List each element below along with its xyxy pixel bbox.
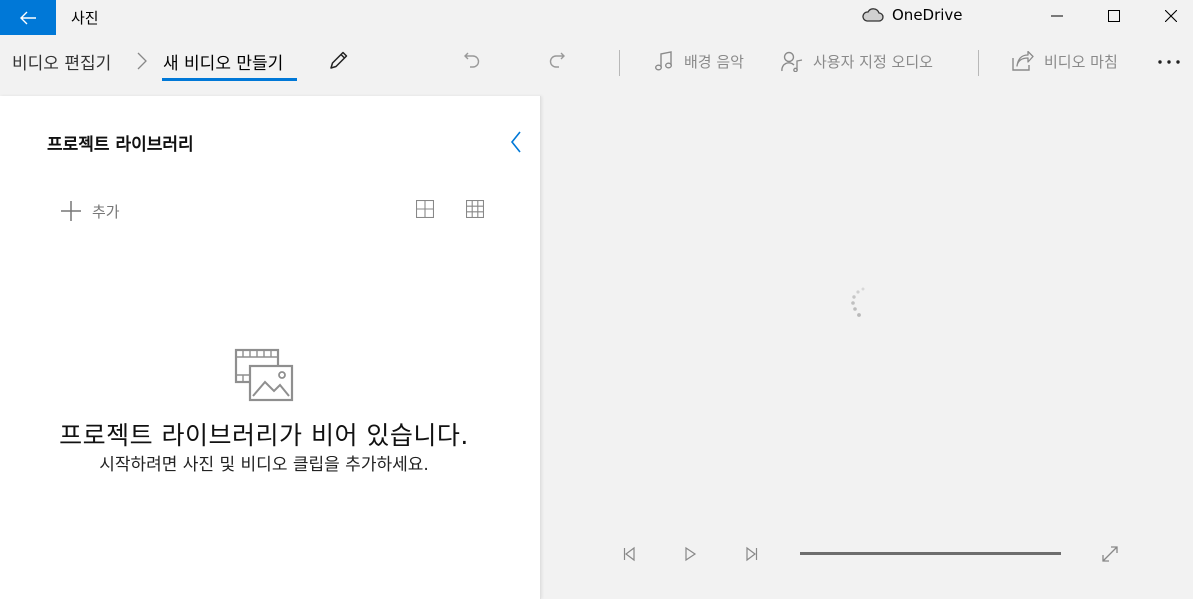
back-arrow-icon xyxy=(20,11,36,24)
chevron-left-icon xyxy=(510,131,521,153)
undo-button[interactable] xyxy=(460,48,484,72)
toolbar-separator xyxy=(978,50,979,76)
breadcrumb-underline xyxy=(162,78,297,81)
grid-3x3-icon xyxy=(466,200,484,218)
redo-button[interactable] xyxy=(545,48,569,72)
minimize-button[interactable] xyxy=(1028,0,1085,32)
step-back-icon xyxy=(623,546,635,562)
previous-frame-button[interactable] xyxy=(619,543,641,565)
background-music-button[interactable]: 배경 음악 xyxy=(654,48,744,74)
collapse-library-button[interactable] xyxy=(506,130,526,154)
toolbar-separator xyxy=(619,50,620,76)
pencil-icon xyxy=(330,51,348,69)
finish-video-button[interactable]: 비디오 마침 xyxy=(1012,48,1118,74)
rename-button[interactable] xyxy=(327,48,351,72)
small-grid-view-button[interactable] xyxy=(466,200,486,220)
minimize-icon xyxy=(1050,15,1063,17)
empty-library-title: 프로젝트 라이브러리가 비어 있습니다. xyxy=(59,421,469,450)
maximize-button[interactable] xyxy=(1085,0,1142,32)
person-audio-icon xyxy=(781,51,803,72)
more-icon xyxy=(1158,60,1180,64)
breadcrumb-chevron-icon xyxy=(134,50,150,72)
play-icon xyxy=(685,546,697,562)
close-button[interactable] xyxy=(1142,0,1193,32)
undo-icon xyxy=(464,52,480,68)
step-forward-icon xyxy=(746,546,758,562)
custom-audio-label: 사용자 지정 오디오 xyxy=(813,52,933,71)
background-music-label: 배경 음악 xyxy=(684,52,744,71)
more-options-button[interactable] xyxy=(1157,52,1183,72)
redo-icon xyxy=(549,52,565,68)
empty-library-media-icon xyxy=(234,348,294,402)
cloud-icon xyxy=(862,8,884,22)
maximize-icon xyxy=(1107,10,1120,22)
large-grid-view-button[interactable] xyxy=(416,200,436,220)
app-title: 사진 xyxy=(71,9,99,27)
custom-audio-button[interactable]: 사용자 지정 오디오 xyxy=(781,48,933,74)
share-icon xyxy=(1012,51,1034,71)
finish-video-label: 비디오 마침 xyxy=(1044,52,1118,71)
expand-icon xyxy=(1102,546,1118,562)
next-frame-button[interactable] xyxy=(740,543,762,565)
close-icon xyxy=(1164,10,1177,22)
playback-scrubber[interactable] xyxy=(800,552,1061,555)
grid-2x2-icon xyxy=(416,200,434,218)
back-button[interactable] xyxy=(0,0,56,35)
play-button[interactable] xyxy=(679,543,701,565)
add-button[interactable]: 추가 xyxy=(60,200,120,222)
project-library-panel: 프로젝트 라이브러리 추가 프로젝트 라이브러리가 비어 있습니다. 시작하려면… xyxy=(0,96,541,599)
plus-icon xyxy=(61,201,81,221)
loading-spinner-icon xyxy=(848,286,868,320)
fullscreen-button[interactable] xyxy=(1099,543,1121,565)
title-bar: 사진 OneDrive xyxy=(0,0,1193,35)
onedrive-label: OneDrive xyxy=(892,6,963,24)
library-title: 프로젝트 라이브러리 xyxy=(47,135,194,155)
breadcrumb-parent[interactable]: 비디오 편집기 xyxy=(12,49,111,74)
breadcrumb-current: 새 비디오 만들기 xyxy=(163,54,284,74)
onedrive-status[interactable]: OneDrive xyxy=(862,6,963,24)
music-note-icon xyxy=(655,51,672,71)
add-label: 추가 xyxy=(92,202,120,221)
empty-library-subtitle: 시작하려면 사진 및 비디오 클립을 추가하세요. xyxy=(99,455,429,475)
